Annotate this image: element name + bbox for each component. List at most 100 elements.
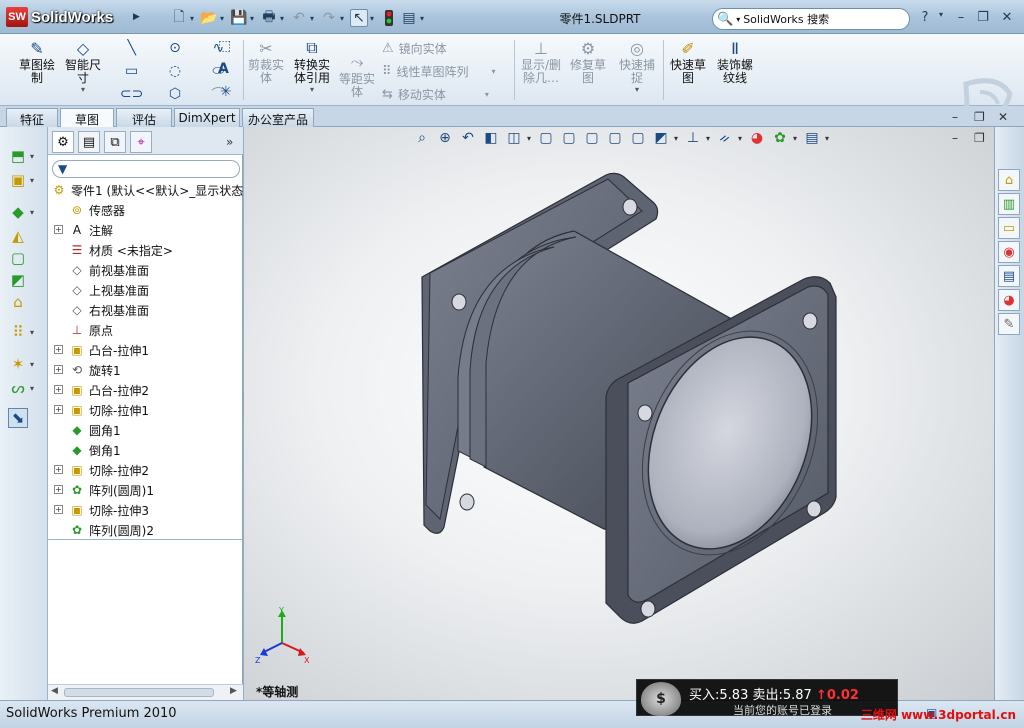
save-icon[interactable]: 💾 bbox=[230, 9, 248, 27]
tree-item[interactable]: ✿ 阵列(圆周)2 bbox=[68, 520, 154, 540]
cut-extrude-tool[interactable]: ▣ ▾ bbox=[8, 169, 38, 191]
tree-item[interactable]: ◇ 前视基准面 bbox=[68, 260, 149, 280]
smart-dimension-button[interactable]: ◇ 智能尺 寸 ▾ bbox=[60, 38, 106, 95]
linear-pattern-button[interactable]: ⠿ 线性草图阵列 ▾ bbox=[382, 63, 496, 80]
undo-dropdown-icon[interactable]: ▾ bbox=[310, 14, 318, 23]
tab-restore-icon[interactable]: ❐ bbox=[974, 110, 985, 124]
tree-item[interactable]: + ▣ 凸台-拉伸1 bbox=[54, 340, 149, 360]
instant3d-tool[interactable]: ⬊ bbox=[8, 407, 38, 429]
custom-properties-icon[interactable]: ✎ bbox=[998, 313, 1020, 335]
graphics-area[interactable]: ⌕ ⊕ ↶ ◧ ◫ ▾ ▢ ▢ ▢ ▢ ▢ ◩ ▾ ⊥ ▾ ᨀ ▾ ◕ ✿ ▾ ▤ ▾ – … bbox=[244, 127, 994, 700]
scroll-left-icon[interactable]: ◀ bbox=[51, 686, 58, 696]
trim-button[interactable]: ✂ 剪裁实 体 bbox=[246, 38, 286, 85]
display-relations-button[interactable]: ⊥ 显示/删 除几… bbox=[518, 38, 564, 85]
tree-item[interactable]: ◇ 上视基准面 bbox=[68, 280, 149, 300]
sketch-text-icon[interactable]: A bbox=[218, 61, 229, 77]
expand-toggle-icon[interactable]: + bbox=[54, 385, 63, 394]
line-icon[interactable]: ╲ bbox=[110, 38, 153, 58]
redo-icon[interactable]: ↷ bbox=[320, 9, 338, 27]
tree-item[interactable]: + ▣ 切除-拉伸2 bbox=[54, 460, 149, 480]
open-folder-icon[interactable]: 📂 bbox=[200, 9, 218, 27]
feature-filter-input[interactable]: ▼ bbox=[52, 160, 240, 178]
view-palette-icon[interactable]: ▤ bbox=[998, 265, 1020, 287]
cosmetic-thread-button[interactable]: Ⅱ 装饰螺 纹线 bbox=[712, 38, 758, 85]
tree-item[interactable]: + A 注解 bbox=[54, 220, 113, 240]
minimize-button[interactable]: – bbox=[952, 10, 970, 25]
tree-item[interactable]: + ▣ 切除-拉伸3 bbox=[54, 500, 149, 520]
tab-evaluate[interactable]: 评估 bbox=[116, 108, 172, 127]
redo-dropdown-icon[interactable]: ▾ bbox=[340, 14, 348, 23]
rapid-sketch-button[interactable]: ✐ 快速草 图 bbox=[666, 38, 710, 85]
scroll-thumb[interactable] bbox=[64, 688, 214, 697]
menu-expand-icon[interactable]: ▶ bbox=[133, 6, 142, 28]
rib-tool[interactable]: ◭ bbox=[8, 225, 38, 247]
tab-office-products[interactable]: 办公室产品 bbox=[242, 108, 314, 127]
select-dropdown-icon[interactable]: ▾ bbox=[370, 14, 378, 23]
help-dropdown-icon[interactable]: ▾ bbox=[932, 10, 950, 19]
appearances-icon[interactable]: ◕ bbox=[998, 289, 1020, 311]
restore-button[interactable]: ❐ bbox=[974, 10, 992, 25]
print-dropdown-icon[interactable]: ▾ bbox=[280, 14, 288, 23]
dimxpertmanager-tab-icon[interactable]: ⌖ bbox=[130, 131, 152, 153]
reference-geometry-dropdown-icon[interactable]: ▾ bbox=[30, 360, 34, 369]
search-dropdown-icon[interactable]: ▾ bbox=[736, 15, 740, 24]
tree-root-part[interactable]: ⚙ 零件1 (默认<<默认>_显示状态 bbox=[50, 180, 244, 200]
search-results-icon[interactable]: ◉ bbox=[998, 241, 1020, 263]
options-icon[interactable]: ▤ bbox=[400, 9, 418, 27]
tab-sketch[interactable]: 草图 bbox=[60, 108, 114, 127]
fillet-dropdown-icon[interactable]: ▾ bbox=[30, 208, 34, 217]
rebuild-traffic-light-icon[interactable] bbox=[380, 9, 398, 27]
linear-pattern-tool[interactable]: ⠿ ▾ bbox=[8, 321, 38, 343]
tree-item[interactable]: + ▣ 凸台-拉伸2 bbox=[54, 380, 149, 400]
propertymanager-tab-icon[interactable]: ▤ bbox=[78, 131, 100, 153]
point-icon[interactable]: ✳ bbox=[220, 84, 232, 100]
new-document-icon[interactable]: 🗋 bbox=[170, 9, 188, 27]
tab-close-icon[interactable]: ✕ bbox=[998, 110, 1008, 124]
rectangle-icon[interactable]: ▭ bbox=[110, 61, 153, 81]
tree-item[interactable]: + ⟲ 旋转1 bbox=[54, 360, 121, 380]
shell-tool[interactable]: ▢ bbox=[8, 247, 38, 269]
expand-toggle-icon[interactable]: + bbox=[54, 505, 63, 514]
tab-minimize-icon[interactable]: – bbox=[952, 110, 958, 124]
text-icon[interactable]: ⬚ bbox=[218, 38, 231, 54]
tree-item[interactable]: ☰ 材质 <未指定> bbox=[68, 240, 173, 260]
pattern-dropdown-icon[interactable]: ▾ bbox=[30, 328, 34, 337]
linear-pattern-dropdown-icon[interactable]: ▾ bbox=[492, 67, 496, 76]
tree-item[interactable]: ◇ 右视基准面 bbox=[68, 300, 149, 320]
undo-icon[interactable]: ↶ bbox=[290, 9, 308, 27]
search-box[interactable]: 🔍 ▾ SolidWorks 搜索 bbox=[712, 8, 910, 30]
print-icon[interactable]: 🖶 bbox=[260, 9, 278, 27]
wrap-tool[interactable]: ⌂ bbox=[8, 291, 38, 313]
new-dropdown-icon[interactable]: ▾ bbox=[190, 14, 198, 23]
configurationmanager-tab-icon[interactable]: ⧉ bbox=[104, 131, 126, 153]
smart-dimension-dropdown-icon[interactable]: ▾ bbox=[81, 85, 85, 94]
design-library-icon[interactable]: ▥ bbox=[998, 193, 1020, 215]
cut-extrude-dropdown-icon[interactable]: ▾ bbox=[30, 176, 34, 185]
curves-tool[interactable]: ᔕ ▾ bbox=[8, 377, 38, 399]
fillet-tool[interactable]: ◆ ▾ bbox=[8, 201, 38, 223]
options-dropdown-icon[interactable]: ▾ bbox=[420, 14, 428, 23]
select-pointer-icon[interactable]: ↖ bbox=[350, 9, 368, 27]
expand-toggle-icon[interactable]: + bbox=[54, 405, 63, 414]
featuremanager-tab-icon[interactable]: ⚙ bbox=[52, 131, 74, 153]
move-entities-button[interactable]: ⇆ 移动实体 ▾ bbox=[382, 86, 489, 103]
draft-tool[interactable]: ◩ bbox=[8, 269, 38, 291]
tree-item[interactable]: ⊚ 传感器 bbox=[68, 200, 125, 220]
expand-toggle-icon[interactable]: + bbox=[54, 225, 63, 234]
slot-icon[interactable]: ⊂⊃ bbox=[110, 84, 153, 104]
tree-item[interactable]: ◆ 倒角1 bbox=[68, 440, 120, 460]
tab-dimxpert[interactable]: DimXpert bbox=[174, 108, 240, 127]
tab-features[interactable]: 特征 bbox=[6, 108, 58, 127]
save-dropdown-icon[interactable]: ▾ bbox=[250, 14, 258, 23]
quick-snaps-dropdown-icon[interactable]: ▾ bbox=[635, 85, 639, 94]
part-model[interactable] bbox=[244, 127, 994, 700]
fillet-sketch-icon[interactable]: ⌒ bbox=[197, 84, 240, 104]
mirror-entities-button[interactable]: ⚠ 镜向实体 bbox=[382, 40, 447, 57]
tree-item[interactable]: + ✿ 阵列(圆周)1 bbox=[54, 480, 154, 500]
curves-dropdown-icon[interactable]: ▾ bbox=[30, 384, 34, 393]
tree-horizontal-scrollbar[interactable]: ◀ ▶ bbox=[48, 684, 243, 700]
solidworks-resources-icon[interactable]: ⌂ bbox=[998, 169, 1020, 191]
close-button[interactable]: ✕ bbox=[998, 10, 1016, 25]
sketch-button[interactable]: ✎ 草图绘 制 bbox=[14, 38, 60, 85]
tree-item[interactable]: ◆ 圆角1 bbox=[68, 420, 120, 440]
